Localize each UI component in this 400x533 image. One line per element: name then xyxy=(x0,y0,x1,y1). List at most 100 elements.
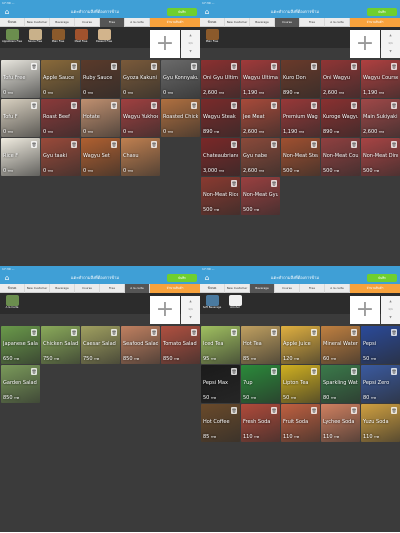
trash-icon[interactable]: 🗑 xyxy=(271,63,277,70)
subcategory-item[interactable]: Soft Beverage xyxy=(202,295,222,310)
menu-item-tile[interactable]: 🗑 Gyu nabe 2,600 THB xyxy=(241,138,280,176)
subcategory-item[interactable]: Main Free xyxy=(202,29,222,44)
trash-icon[interactable]: 🗑 xyxy=(31,63,37,70)
menu-item-tile[interactable]: 🗑 Gyoza Kakuni 0 THB xyxy=(121,60,160,98)
menu-item-tile[interactable]: 🗑 Wagyu Yukhoe 0 THB xyxy=(121,99,160,137)
menu-item-tile[interactable]: 🗑 Gyu taaki 0 THB xyxy=(41,138,80,176)
trash-icon[interactable]: 🗑 xyxy=(191,102,197,109)
trash-icon[interactable]: 🗑 xyxy=(271,368,277,375)
menu-item-tile[interactable]: 🗑 Seafood Salad 850 THB xyxy=(121,326,160,364)
trash-icon[interactable]: 🗑 xyxy=(311,329,317,336)
trash-icon[interactable]: 🗑 xyxy=(351,368,357,375)
tab-item[interactable]: Course xyxy=(75,18,100,27)
subcategory-item[interactable]: Appetizers Free xyxy=(2,29,22,44)
tab-item[interactable]: Course xyxy=(275,284,300,293)
add-item-button[interactable]: + xyxy=(150,30,180,58)
trash-icon[interactable]: 🗑 xyxy=(71,63,77,70)
trash-icon[interactable]: 🗑 xyxy=(271,407,277,414)
tab-item[interactable]: A la carte xyxy=(325,284,350,293)
trash-icon[interactable]: 🗑 xyxy=(111,63,117,70)
tab-item[interactable]: Free xyxy=(100,18,125,27)
scroll-up-icon[interactable]: ▲ xyxy=(381,299,400,303)
menu-item-tile[interactable]: 🗑 Rice F 0 THB xyxy=(1,138,40,176)
menu-item-tile[interactable]: 🗑 Apple Juice 120 THB xyxy=(281,326,320,364)
trash-icon[interactable]: 🗑 xyxy=(271,180,277,187)
trash-icon[interactable]: 🗑 xyxy=(231,102,237,109)
trash-icon[interactable]: 🗑 xyxy=(71,102,77,109)
tab-item[interactable]: A la carte xyxy=(325,18,350,27)
trash-icon[interactable]: 🗑 xyxy=(351,63,357,70)
trash-icon[interactable]: 🗑 xyxy=(191,63,197,70)
menu-item-tile[interactable]: 🗑 Chicken Salad 750 THB xyxy=(41,326,80,364)
menu-item-tile[interactable]: 🗑 Hotate 0 THB xyxy=(81,99,120,137)
trash-icon[interactable]: 🗑 xyxy=(111,141,117,148)
trash-icon[interactable]: 🗑 xyxy=(231,63,237,70)
trash-icon[interactable]: 🗑 xyxy=(231,329,237,336)
menu-item-tile[interactable]: 🗑 Pepsi Max 50 THB xyxy=(201,365,240,403)
home-icon[interactable]: ⌂ xyxy=(3,274,11,282)
page-scroller[interactable]: ▲ 1/1 ▼ xyxy=(381,296,400,324)
trash-icon[interactable]: 🗑 xyxy=(31,102,37,109)
save-button[interactable]: บันทึก xyxy=(167,8,197,16)
menu-item-tile[interactable]: 🗑 Sparkling Water 80 THB xyxy=(321,365,360,403)
tab-item[interactable]: Beverage xyxy=(50,284,75,293)
menu-item-tile[interactable]: 🗑 Non-Meat Dinner 500 THB xyxy=(361,138,400,176)
add-item-button[interactable]: + xyxy=(350,296,380,324)
menu-item-tile[interactable]: 🗑 Gyu Konnyaku 0 THB xyxy=(161,60,200,98)
trash-icon[interactable]: 🗑 xyxy=(311,63,317,70)
subcategory-item[interactable]: Sauce Free xyxy=(25,29,45,44)
trash-icon[interactable]: 🗑 xyxy=(111,329,117,336)
subcategory-item[interactable]: Main Free xyxy=(48,29,68,44)
page-scroller[interactable]: ▲ 1/1 ▼ xyxy=(181,30,200,58)
home-icon[interactable]: ⌂ xyxy=(3,8,11,16)
menu-item-tile[interactable]: 🗑 Tofu F 0 THB xyxy=(1,99,40,137)
tab-item[interactable]: ทั้งหมด xyxy=(0,284,25,293)
trash-icon[interactable]: 🗑 xyxy=(151,63,157,70)
menu-item-tile[interactable]: 🗑 Tofu Free 0 THB xyxy=(1,60,40,98)
trash-icon[interactable]: 🗑 xyxy=(391,407,397,414)
menu-item-tile[interactable]: 🗑 Ruby Sauce 0 THB xyxy=(81,60,120,98)
save-button[interactable]: บันทึก xyxy=(367,274,397,282)
trash-icon[interactable]: 🗑 xyxy=(271,102,277,109)
menu-item-tile[interactable]: 🗑 Mineral Water 60 THB xyxy=(321,326,360,364)
trash-icon[interactable]: 🗑 xyxy=(151,141,157,148)
menu-item-tile[interactable]: 🗑 Yuzu Soda 110 THB xyxy=(361,404,400,442)
trash-icon[interactable]: 🗑 xyxy=(231,407,237,414)
trash-icon[interactable]: 🗑 xyxy=(311,141,317,148)
menu-item-tile[interactable]: 🗑 Wagyu Set 0 THB xyxy=(81,138,120,176)
trash-icon[interactable]: 🗑 xyxy=(391,329,397,336)
tab-item[interactable]: A la carte xyxy=(125,284,150,293)
trash-icon[interactable]: 🗑 xyxy=(271,141,277,148)
subcategory-item[interactable]: Meat Free xyxy=(71,29,91,44)
tab-item[interactable]: ทั้งหมด xyxy=(200,284,225,293)
menu-item-tile[interactable]: 🗑 Wagyu Ultimate 1,190 THB xyxy=(241,60,280,98)
menu-item-tile[interactable]: 🗑 Lychee Soda 110 THB xyxy=(321,404,360,442)
trash-icon[interactable]: 🗑 xyxy=(311,368,317,375)
save-button[interactable]: บันทึก xyxy=(167,274,197,282)
trash-icon[interactable]: 🗑 xyxy=(31,368,37,375)
menu-item-tile[interactable]: 🗑 Pepsi Zero 80 THB xyxy=(361,365,400,403)
tab-item[interactable]: Free xyxy=(300,18,325,27)
menu-item-tile[interactable]: 🗑 Kuro Don 890 THB xyxy=(281,60,320,98)
tab-item[interactable]: ทั้งหมด xyxy=(0,18,25,27)
subcategory-item[interactable]: A la Carte xyxy=(2,295,22,310)
menu-item-tile[interactable]: 🗑 Tomato Salad 850 THB xyxy=(161,326,200,364)
trash-icon[interactable]: 🗑 xyxy=(351,102,357,109)
menu-item-tile[interactable]: 🗑 Chasu 0 THB xyxy=(121,138,160,176)
menu-item-tile[interactable]: 🗑 Oni Gyu Ultimate 2,600 THB xyxy=(201,60,240,98)
menu-item-tile[interactable]: 🗑 Garden Salad 850 THB xyxy=(1,365,40,403)
menu-item-tile[interactable]: 🗑 Kuroge Wagyu 890 THB xyxy=(321,99,360,137)
menu-item-tile[interactable]: 🗑 Hot Tea 85 THB xyxy=(241,326,280,364)
page-scroller[interactable]: ▲ 1/1 ▼ xyxy=(181,296,200,324)
scroll-down-icon[interactable]: ▼ xyxy=(181,49,200,53)
menu-item-tile[interactable]: 🗑 Wagyu Course 1,190 THB xyxy=(361,60,400,98)
save-button[interactable]: บันทึก xyxy=(367,8,397,16)
menu-item-tile[interactable]: 🗑 Hot Coffee 85 THB xyxy=(201,404,240,442)
tab-item[interactable]: Course xyxy=(275,18,300,27)
trash-icon[interactable]: 🗑 xyxy=(351,407,357,414)
trash-icon[interactable]: 🗑 xyxy=(271,329,277,336)
home-icon[interactable]: ⌂ xyxy=(203,8,211,16)
page-scroller[interactable]: ▲ 1/1 ▼ xyxy=(381,30,400,58)
menu-item-tile[interactable]: 🗑 Non-Meat Steak 500 THB xyxy=(281,138,320,176)
trash-icon[interactable]: 🗑 xyxy=(151,329,157,336)
